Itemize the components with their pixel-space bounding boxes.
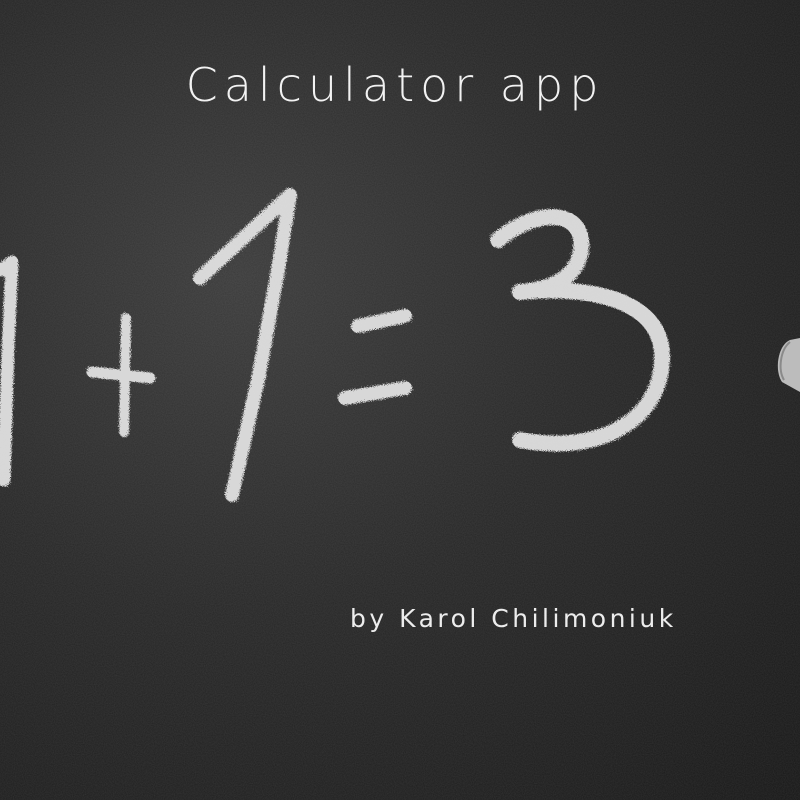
author-byline: by Karol Chilimoniuk [350, 604, 677, 633]
chalkboard-cover: Calculator app by Karol Chilimoniuk [0, 0, 800, 800]
digit-three [490, 209, 671, 452]
chalk-equation [0, 188, 800, 502]
equals-sign [351, 309, 412, 333]
chalk-stick-icon [777, 338, 800, 392]
cover-title: Calculator app [185, 58, 605, 112]
digit-one-partial [0, 255, 19, 487]
digit-one [193, 188, 297, 502]
